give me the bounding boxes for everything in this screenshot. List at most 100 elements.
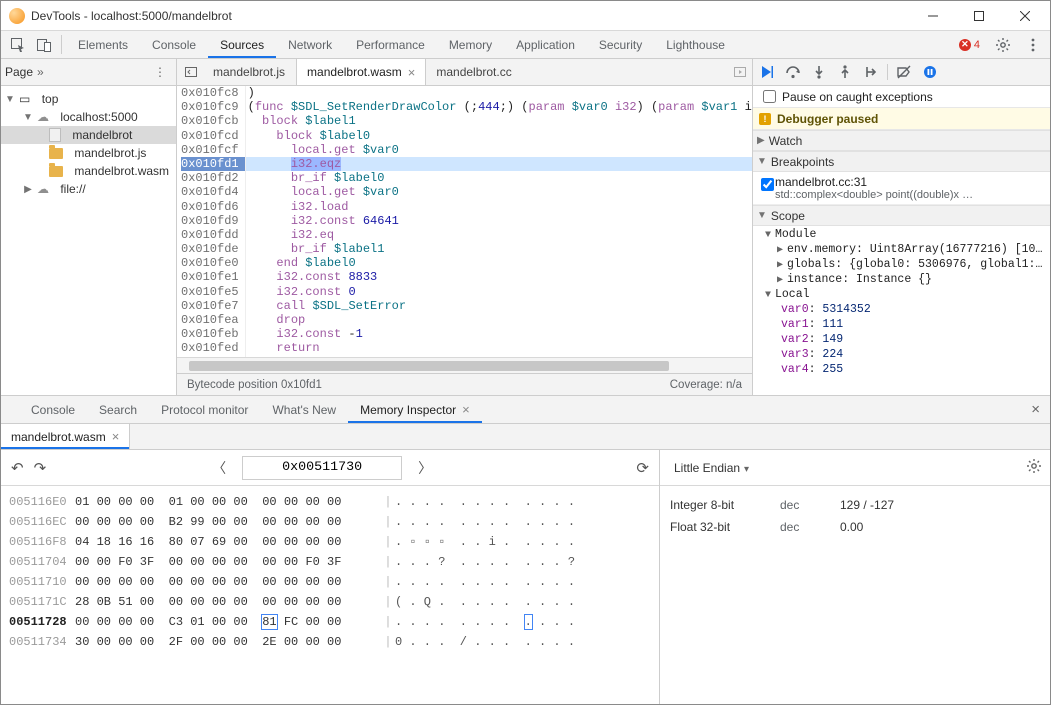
tab-sources[interactable]: Sources bbox=[208, 31, 276, 58]
drawer-tab-protocol-monitor[interactable]: Protocol monitor bbox=[149, 396, 260, 423]
drawer-tab-whats-new[interactable]: What's New bbox=[260, 396, 348, 423]
drawer-tabs: Console Search Protocol monitor What's N… bbox=[1, 396, 1050, 424]
inspect-element-icon[interactable] bbox=[5, 31, 31, 58]
navigator-header: Page » ⋮ bbox=[1, 59, 176, 86]
devtools-logo-icon bbox=[9, 8, 25, 24]
main-tabs: Elements Console Sources Network Perform… bbox=[66, 31, 953, 58]
breakpoint-preview: std::complex<double> point((double)x … bbox=[775, 189, 1044, 201]
error-badge[interactable]: ✕4 bbox=[953, 39, 986, 51]
drawer-tab-search[interactable]: Search bbox=[87, 396, 149, 423]
window-close-button[interactable] bbox=[1002, 1, 1048, 31]
close-tab-icon[interactable]: × bbox=[408, 65, 416, 80]
horizontal-scrollbar[interactable] bbox=[177, 357, 752, 373]
pause-on-exceptions-icon[interactable] bbox=[920, 62, 940, 82]
source-status-bar: Bytecode position 0x10fd1 Coverage: n/a bbox=[177, 373, 752, 395]
tab-memory[interactable]: Memory bbox=[437, 31, 504, 58]
frame-top-icon: ▭ bbox=[19, 92, 30, 106]
hex-panel: ↶ ↷ 〈 〉 ⟳ 005116E001 00 00 00 01 00 00 0… bbox=[1, 450, 660, 704]
watch-section-header[interactable]: ▶Watch bbox=[753, 130, 1050, 151]
address-prev-icon[interactable]: 〈 bbox=[206, 458, 232, 478]
tab-network[interactable]: Network bbox=[276, 31, 344, 58]
cloud-icon: ☁ bbox=[37, 110, 49, 124]
close-drawer-tab-icon[interactable]: × bbox=[462, 402, 470, 417]
tree-item-mandelbrot-wasm[interactable]: mandelbrot.wasm bbox=[1, 162, 176, 180]
value-settings-gear-icon[interactable] bbox=[1026, 458, 1042, 477]
source-editor[interactable]: 0x010fc80x010fc90x010fcb0x010fcd0x010fcf… bbox=[177, 86, 752, 357]
file-tab-mandelbrot-wasm[interactable]: mandelbrot.wasm× bbox=[296, 59, 426, 85]
workspace: Page » ⋮ ▼▭ top ▼☁ localhost:5000 mandel… bbox=[1, 59, 1050, 396]
pause-on-caught-row[interactable]: Pause on caught exceptions bbox=[753, 86, 1050, 108]
run-snippet-icon[interactable] bbox=[728, 59, 752, 85]
close-file-tab-icon[interactable]: × bbox=[112, 429, 120, 444]
device-toolbar-icon[interactable] bbox=[31, 31, 57, 58]
scope-env-memory[interactable]: env.memory: Uint8Array(16777216) [101, … bbox=[787, 243, 1050, 256]
pause-on-caught-checkbox[interactable] bbox=[763, 90, 776, 103]
history-back-icon[interactable] bbox=[179, 59, 203, 85]
history-undo-icon[interactable]: ↶ bbox=[11, 459, 24, 477]
tab-elements[interactable]: Elements bbox=[66, 31, 140, 58]
bytecode-position: Bytecode position 0x10fd1 bbox=[187, 379, 322, 391]
kebab-menu-icon[interactable] bbox=[1020, 37, 1046, 53]
deactivate-breakpoints-icon[interactable] bbox=[894, 62, 914, 82]
drawer-tab-memory-inspector[interactable]: Memory Inspector× bbox=[348, 396, 482, 423]
breakpoint-entry[interactable]: mandelbrot.cc:31 std::complex<double> po… bbox=[753, 172, 1050, 205]
tree-item-mandelbrot-js[interactable]: mandelbrot.js bbox=[1, 144, 176, 162]
source-panel: mandelbrot.js mandelbrot.wasm× mandelbro… bbox=[177, 59, 753, 395]
tab-application[interactable]: Application bbox=[504, 31, 587, 58]
navigator-tab-page[interactable]: Page bbox=[5, 65, 33, 79]
tab-lighthouse[interactable]: Lighthouse bbox=[654, 31, 737, 58]
navigator-tree[interactable]: ▼▭ top ▼☁ localhost:5000 mandelbrot mand… bbox=[1, 86, 176, 202]
history-redo-icon[interactable]: ↷ bbox=[34, 459, 47, 477]
value-inspector: Integer 8-bitdec129 / -127Float 32-bitde… bbox=[660, 486, 1050, 546]
window-maximize-button[interactable] bbox=[956, 1, 1002, 31]
address-next-icon[interactable]: 〉 bbox=[412, 458, 438, 478]
window-minimize-button[interactable] bbox=[910, 1, 956, 31]
refresh-icon[interactable]: ⟳ bbox=[636, 459, 649, 477]
navigator-more-tabs-icon[interactable]: » bbox=[37, 65, 44, 79]
breakpoint-checkbox[interactable] bbox=[761, 178, 774, 191]
scope-tree[interactable]: ▼Module ▶env.memory: Uint8Array(16777216… bbox=[753, 226, 1050, 378]
tree-top[interactable]: top bbox=[42, 92, 59, 106]
step-icon[interactable] bbox=[861, 62, 881, 82]
tree-item-mandelbrot[interactable]: mandelbrot bbox=[1, 126, 176, 144]
value-panel: Little Endian Integer 8-bitdec129 / -127… bbox=[660, 450, 1050, 704]
step-into-icon[interactable] bbox=[809, 62, 829, 82]
script-icon bbox=[49, 148, 63, 159]
navigator-menu-icon[interactable]: ⋮ bbox=[148, 65, 172, 79]
titlebar: DevTools - localhost:5000/mandelbrot bbox=[1, 1, 1050, 31]
tree-file-scheme[interactable]: file:// bbox=[60, 182, 85, 196]
step-over-icon[interactable] bbox=[783, 62, 803, 82]
hex-grid[interactable]: 005116E001 00 00 00 01 00 00 00 00 00 00… bbox=[1, 486, 659, 704]
resume-icon[interactable] bbox=[757, 62, 777, 82]
error-count: 4 bbox=[974, 39, 980, 51]
script-icon bbox=[49, 166, 63, 177]
pause-on-caught-label: Pause on caught exceptions bbox=[782, 90, 933, 104]
debugger-paused-banner: ! Debugger paused bbox=[753, 108, 1050, 130]
endianness-select[interactable]: Little Endian bbox=[668, 457, 765, 479]
scope-instance[interactable]: instance: Instance {} bbox=[787, 273, 932, 286]
navigator-panel: Page » ⋮ ▼▭ top ▼☁ localhost:5000 mandel… bbox=[1, 59, 177, 395]
tab-security[interactable]: Security bbox=[587, 31, 654, 58]
breakpoint-title: mandelbrot.cc:31 bbox=[775, 175, 1044, 189]
memory-file-tab[interactable]: mandelbrot.wasm× bbox=[1, 424, 130, 449]
drawer-tab-console[interactable]: Console bbox=[19, 396, 87, 423]
address-input[interactable] bbox=[242, 456, 402, 480]
warning-icon: ! bbox=[759, 113, 771, 125]
debugger-panel: Pause on caught exceptions ! Debugger pa… bbox=[753, 59, 1050, 395]
hex-toolbar: ↶ ↷ 〈 〉 ⟳ bbox=[1, 450, 659, 486]
tree-origin[interactable]: localhost:5000 bbox=[60, 110, 137, 124]
tab-console[interactable]: Console bbox=[140, 31, 208, 58]
scope-globals[interactable]: globals: {global0: 5306976, global1: 65… bbox=[787, 258, 1050, 271]
tab-performance[interactable]: Performance bbox=[344, 31, 437, 58]
scope-section-header[interactable]: ▼Scope bbox=[753, 205, 1050, 226]
breakpoints-section-header[interactable]: ▼Breakpoints bbox=[753, 151, 1050, 172]
main-toolbar: Elements Console Sources Network Perform… bbox=[1, 31, 1050, 59]
drawer-close-icon[interactable]: × bbox=[1021, 396, 1050, 423]
drawer: Console Search Protocol monitor What's N… bbox=[1, 396, 1050, 704]
file-tab-mandelbrot-js[interactable]: mandelbrot.js bbox=[203, 59, 296, 85]
memory-inspector-file-tabs: mandelbrot.wasm× bbox=[1, 424, 1050, 450]
settings-gear-icon[interactable] bbox=[990, 37, 1016, 53]
step-out-icon[interactable] bbox=[835, 62, 855, 82]
file-icon bbox=[49, 128, 61, 142]
file-tab-mandelbrot-cc[interactable]: mandelbrot.cc bbox=[426, 59, 522, 85]
